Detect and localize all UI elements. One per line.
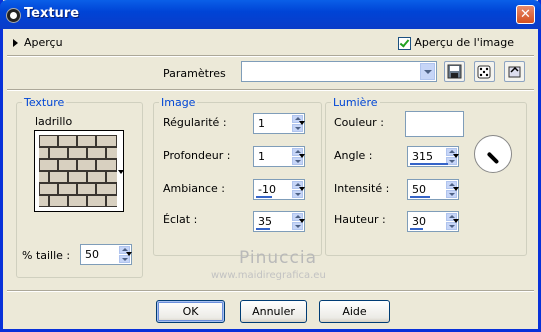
regularity-value[interactable]: 1: [258, 117, 265, 130]
watermark-url: www.maidiregrafica.eu: [211, 270, 326, 281]
height-label: Hauteur :: [334, 213, 386, 226]
image-preview-label: Aperçu de l'image: [414, 36, 514, 49]
regularity-label: Régularité :: [163, 116, 227, 129]
divider: [7, 290, 534, 292]
brick-texture-icon: [39, 135, 117, 207]
checkbox-checked-icon[interactable]: [398, 36, 412, 50]
texture-dialog: Texture ✕ Aperçu Aperçu de l'image Param…: [0, 0, 541, 332]
light-color-swatch[interactable]: [405, 111, 464, 137]
intensity-level-bar: [410, 196, 430, 198]
angle-label: Angle :: [334, 149, 373, 162]
save-preset-button[interactable]: [444, 61, 465, 82]
shine-level-bar: [256, 228, 270, 230]
ambience-value[interactable]: -10: [258, 183, 276, 196]
preview-toggle[interactable]: Aperçu: [13, 36, 63, 49]
height-value[interactable]: 30: [412, 215, 426, 228]
ambience-level-bar: [256, 196, 272, 198]
image-preview-checkbox[interactable]: Aperçu de l'image: [398, 36, 514, 50]
texture-dropdown-icon[interactable]: [118, 170, 124, 174]
dropdown-arrow-icon[interactable]: [297, 179, 307, 200]
help-button[interactable]: Aide: [319, 300, 390, 323]
dropdown-arrow-icon[interactable]: [451, 211, 461, 232]
size-value[interactable]: 50: [85, 248, 99, 261]
dropdown-arrow-icon[interactable]: [451, 146, 461, 167]
window-title: Texture: [24, 6, 80, 21]
presets-label: Paramètres: [163, 67, 226, 80]
watermark-name: Pinuccia: [239, 248, 317, 268]
shine-label: Éclat :: [163, 213, 198, 226]
dropdown-arrow-icon[interactable]: [297, 211, 307, 232]
shine-value[interactable]: 35: [258, 215, 272, 228]
preview-toggle-label: Aperçu: [24, 36, 63, 49]
dropdown-arrow-icon[interactable]: [297, 113, 307, 134]
ambience-label: Ambiance :: [163, 182, 226, 195]
depth-value[interactable]: 1: [258, 150, 265, 163]
randomize-icon: [477, 65, 491, 79]
reset-button[interactable]: [504, 61, 525, 82]
angle-level-bar: [410, 163, 448, 165]
title-bar[interactable]: Texture ✕: [0, 0, 541, 29]
texture-group-title: Texture: [22, 96, 67, 109]
image-group-title: Image: [159, 96, 198, 109]
dropdown-arrow-icon[interactable]: [297, 146, 307, 167]
color-label: Couleur :: [334, 116, 384, 129]
intensity-value[interactable]: 50: [412, 183, 426, 196]
reset-icon: [508, 66, 521, 78]
dropdown-arrow-icon[interactable]: [451, 179, 461, 200]
randomize-button[interactable]: [474, 61, 495, 82]
ok-button[interactable]: OK: [156, 300, 225, 323]
intensity-label: Intensité :: [334, 182, 390, 195]
dropdown-arrow-icon[interactable]: [124, 244, 134, 265]
divider: [7, 89, 534, 91]
size-label: % taille :: [22, 249, 71, 262]
expand-arrow-icon: [13, 39, 18, 47]
angle-needle-icon: [486, 151, 500, 165]
divider: [7, 55, 534, 57]
window-menu-icon[interactable]: [6, 8, 21, 23]
angle-dial[interactable]: [474, 135, 512, 173]
presets-combo[interactable]: [241, 61, 437, 82]
save-preset-icon: [447, 64, 462, 79]
close-icon: ✕: [520, 7, 531, 22]
light-group-title: Lumière: [331, 96, 380, 109]
height-level-bar: [410, 228, 423, 230]
close-button[interactable]: ✕: [516, 5, 535, 24]
angle-value[interactable]: 315: [412, 150, 433, 163]
texture-swatch[interactable]: [34, 130, 124, 212]
depth-label: Profondeur :: [163, 149, 231, 162]
cancel-button[interactable]: Annuler: [240, 300, 307, 323]
chevron-down-icon[interactable]: [420, 63, 435, 80]
texture-name: ladrillo: [35, 115, 73, 128]
